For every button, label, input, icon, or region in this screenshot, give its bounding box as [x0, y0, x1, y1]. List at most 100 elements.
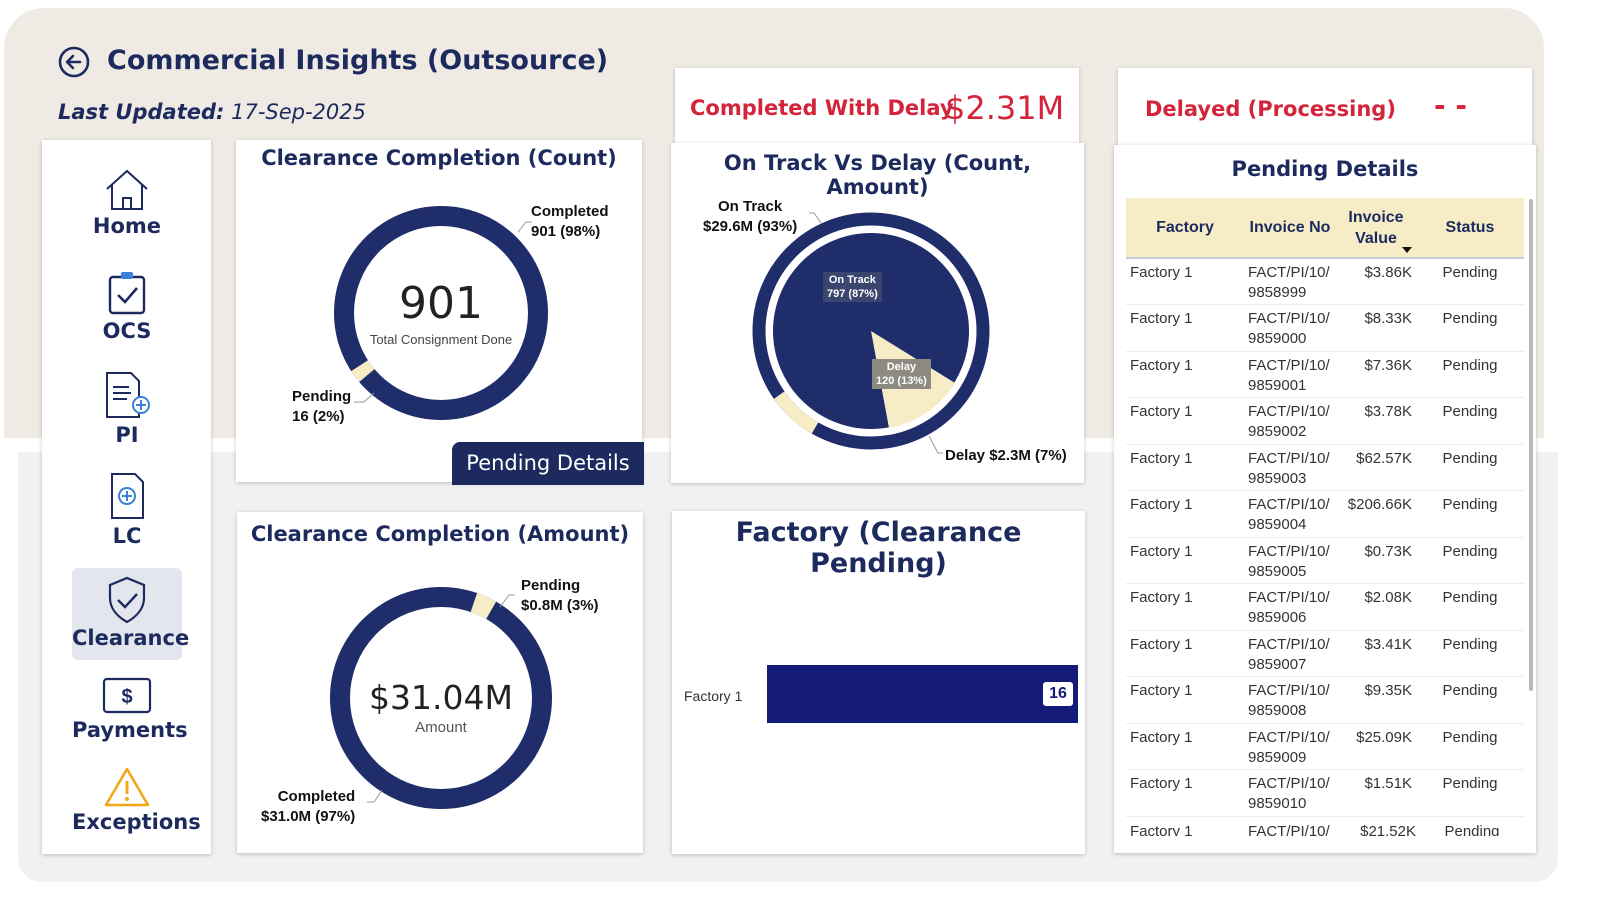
kpi-completed-delay-label: Completed With Delay	[690, 96, 954, 120]
count-pending-label-line2: 16 (2%)	[292, 408, 345, 425]
table-row[interactable]: Factory 1 FACT/PI/10/9859002 $3.78K Pending	[1126, 397, 1524, 445]
cell-invoice-no-line1: FACT/PI/10/	[1248, 542, 1330, 560]
kpi-delayed-processing-card: Delayed (Processing) - -	[1118, 68, 1532, 148]
clipboard-check-icon	[108, 272, 146, 315]
cell-invoice-no-line2: 9859003	[1248, 469, 1307, 487]
nav-exceptions[interactable]: Exceptions	[72, 766, 201, 834]
page-title: Commercial Insights (Outsource)	[107, 45, 609, 76]
table-row[interactable]: Factory 1 FACT/PI/10/9859001 $7.36K Pending	[1126, 351, 1524, 398]
cell-status: Pending	[1416, 258, 1524, 305]
cell-factory: Factory 1	[1126, 397, 1244, 445]
nav-exceptions-label: Exceptions	[72, 810, 201, 834]
count-completed-label: Completed 901 (98%)	[531, 202, 609, 242]
table-row[interactable]: Factory 1 FACT/PI/10/9858999 $3.86K Pending	[1126, 258, 1524, 305]
cell-factory: Factory 1	[1126, 304, 1244, 352]
cell-invoice-no-line2: 9859000	[1248, 330, 1307, 347]
cell-invoice-no-line2: 9859007	[1248, 655, 1307, 673]
table-row[interactable]: Factory 1 FACT/PI/10/9859007 $3.41K Pending	[1126, 630, 1524, 677]
cell-invoice-value: $2.08K	[1336, 583, 1416, 631]
cell-factory: Factory 1	[1126, 490, 1244, 538]
factory-bar[interactable]	[767, 665, 1078, 723]
count-completed-label-line1: Completed	[531, 203, 609, 220]
cell-invoice-no-line1: FACT/PI/10/	[1248, 264, 1330, 281]
nav-home-label: Home	[92, 214, 162, 238]
table-row[interactable]: Factory 1 FACT/PI/10/9859009 $25.09K Pendin…	[1126, 723, 1524, 770]
pending-details-table: Factory Invoice No Invoice Value Status …	[1126, 198, 1524, 817]
column-header-factory[interactable]: Factory	[1126, 198, 1244, 259]
cell-invoice-no-line2: 9859004	[1248, 516, 1307, 533]
nav-home[interactable]: Home	[72, 168, 182, 238]
table-row-partial[interactable]: Factory 1 FACT/PI/10/ $21.52K Pending	[1126, 822, 1524, 836]
count-center-value: 901	[399, 278, 483, 329]
cell-invoice-no: FACT/PI/10/9859002	[1244, 397, 1336, 445]
nav-lc[interactable]: LC	[72, 472, 182, 548]
table-row[interactable]: Factory 1 FACT/PI/10/9859006 $2.08K Pending	[1126, 583, 1524, 631]
cell-invoice-no-line1: FACT/PI/10/	[1248, 403, 1330, 420]
nav-clearance[interactable]: Clearance	[72, 568, 189, 660]
pending-table-scrollbar[interactable]	[1529, 199, 1533, 691]
kpi-completed-delay-card: Completed With Delay $2.31M	[675, 68, 1079, 144]
table-row[interactable]: Factory 1 FACT/PI/10/9859010 $1.51K Pending	[1126, 769, 1524, 817]
kpi-completed-delay-value: $2.31M	[945, 89, 1065, 127]
cell-invoice-value: $25.09K	[1336, 723, 1416, 770]
count-center-caption: Total Consignment Done	[369, 332, 513, 347]
cell-invoice-no-line2: 9859005	[1248, 562, 1307, 580]
table-row[interactable]: Factory 1 FACT/PI/10/9859003 $62.57K Pendin…	[1126, 444, 1524, 491]
kpi-delayed-processing-value: - -	[1434, 89, 1467, 122]
cell-invoice-no-line1: FACT/PI/10/	[1248, 496, 1330, 513]
cell-factory: Factory 1	[1126, 351, 1244, 398]
svg-text:$: $	[121, 686, 132, 708]
table-row[interactable]: Factory 1 FACT/PI/10/9859004 $206.66K Pendi…	[1126, 490, 1524, 538]
column-header-invoice-value-label: Invoice Value	[1348, 208, 1404, 247]
table-row[interactable]: Factory 1 FACT/PI/10/9859005 $0.73K Pending	[1126, 537, 1524, 584]
nav-pi[interactable]: PI	[72, 371, 182, 447]
back-arrow-icon[interactable]	[58, 46, 90, 78]
column-header-status[interactable]: Status	[1416, 198, 1524, 259]
cell-invoice-no: FACT/PI/10/9859001	[1244, 351, 1336, 398]
cell-invoice-no-line2: 9859010	[1248, 795, 1307, 812]
cell-status: Pending	[1416, 537, 1524, 584]
cell-invoice-no-line1: FACT/PI/10/	[1248, 310, 1330, 327]
count-pending-label: Pending 16 (2%)	[292, 387, 351, 427]
table-row[interactable]: Factory 1 FACT/PI/10/9859000 $8.33K Pending	[1126, 304, 1524, 352]
cell-invoice-no: FACT/PI/10/9859006	[1244, 583, 1336, 631]
ontrack-pie	[752, 212, 990, 454]
cell-invoice-no: FACT/PI/10/9859004	[1244, 490, 1336, 538]
table-row[interactable]: Factory 1 FACT/PI/10/9859008 $9.35K Pending	[1126, 676, 1524, 724]
dollar-bill-icon: $	[102, 677, 152, 714]
amount-pending-label-line2: $0.8M (3%)	[521, 597, 599, 614]
column-header-invoice-no[interactable]: Invoice No	[1244, 198, 1336, 259]
cell-factory: Factory 1	[1126, 444, 1244, 491]
ontrack-inner-ontrack-line2: 797 (87%)	[827, 288, 878, 300]
column-header-invoice-value[interactable]: Invoice Value	[1336, 198, 1416, 259]
count-card: Clearance Completion (Count) 901 Total C…	[236, 140, 644, 485]
amount-pending-label: Pending $0.8M (3%)	[521, 576, 599, 616]
cell-status: Pending	[1416, 676, 1524, 724]
cell-invoice-no: FACT/PI/10/9859008	[1244, 676, 1336, 724]
factory-bar-category-label: Factory 1	[684, 688, 743, 704]
cell-factory: Factory 1	[1126, 537, 1244, 584]
ontrack-inner-ontrack-label: On Track 797 (87%)	[823, 272, 882, 302]
amount-card: Clearance Completion (Amount) $31.04M Am…	[237, 512, 643, 853]
cell-invoice-no-line2: 9859006	[1248, 609, 1307, 626]
cell-status: Pending	[1416, 397, 1524, 445]
cell-invoice-value: $0.73K	[1336, 537, 1416, 584]
cell-invoice-value: $3.86K	[1336, 258, 1416, 305]
ontrack-inner-delay-line2: 120 (13%)	[876, 375, 927, 387]
factory-bar-value: 16	[1043, 682, 1073, 706]
cell-factory: Factory 1	[1126, 630, 1244, 677]
cell-invoice-no: FACT/PI/10/9859009	[1244, 723, 1336, 770]
nav-pi-label: PI	[115, 423, 139, 447]
cell-invoice-value: $8.33K	[1336, 304, 1416, 352]
kpi-delayed-processing-label: Delayed (Processing)	[1145, 97, 1396, 121]
cell-factory: Factory 1	[1126, 258, 1244, 305]
last-updated: Last Updated: 17-Sep-2025	[58, 100, 366, 124]
cell-invoice-value: $21.52K	[1360, 823, 1416, 836]
cell-invoice-no: FACT/PI/10/9859007	[1244, 630, 1336, 677]
nav-ocs[interactable]: OCS	[72, 271, 182, 343]
factory-card: Factory (Clearance Pending) Factory 1 16	[672, 511, 1085, 854]
last-updated-label: Last Updated:	[58, 100, 225, 124]
pending-details-button[interactable]: Pending Details	[452, 442, 644, 485]
nav-payments[interactable]: $ Payments	[72, 676, 188, 742]
cell-factory: Factory 1	[1126, 676, 1244, 724]
